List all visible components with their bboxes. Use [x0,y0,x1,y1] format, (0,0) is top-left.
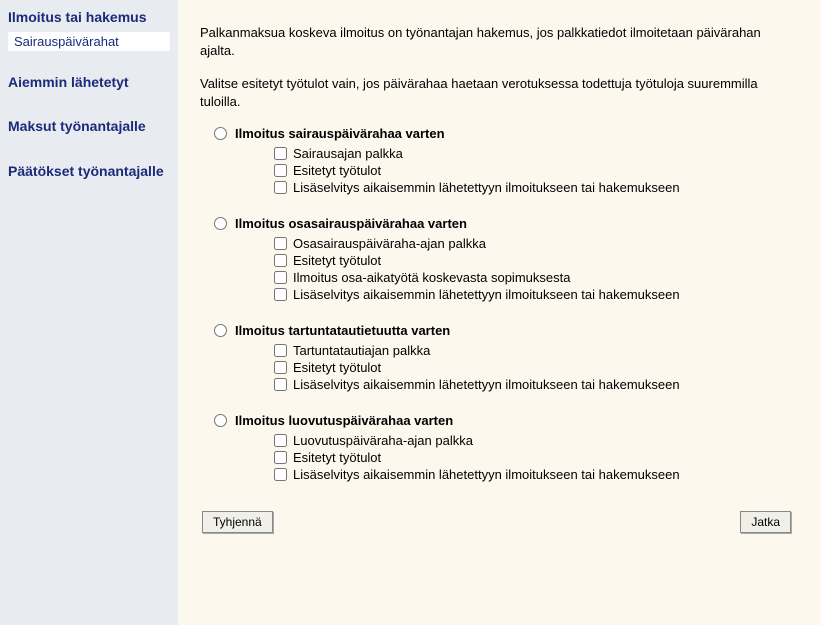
checkbox-luovutus-palkka[interactable] [274,434,287,447]
radio-tartuntatauti[interactable] [214,324,227,337]
option-label: Esitetyt työtulot [293,360,381,375]
checkbox-esitetyt-tyotulot-2[interactable] [274,254,287,267]
group-osasairauspaivaraha: Ilmoitus osasairauspäivärahaa varten Osa… [200,216,793,303]
group-tartuntatauti: Ilmoitus tartuntatautietuutta varten Tar… [200,323,793,393]
option-label: Lisäselvitys aikaisemmin lähetettyyn ilm… [293,287,680,302]
option-label: Tartuntatautiajan palkka [293,343,430,358]
group-title-tartuntatauti: Ilmoitus tartuntatautietuutta varten [235,323,450,338]
option-label: Ilmoitus osa-aikatyötä koskevasta sopimu… [293,270,570,285]
option-label: Lisäselvitys aikaisemmin lähetettyyn ilm… [293,180,680,195]
option-label: Esitetyt työtulot [293,253,381,268]
group-luovutuspaivaraha: Ilmoitus luovutuspäivärahaa varten Luovu… [200,413,793,483]
group-title-osasairauspaivaraha: Ilmoitus osasairauspäivärahaa varten [235,216,467,231]
option-label: Lisäselvitys aikaisemmin lähetettyyn ilm… [293,467,680,482]
checkbox-esitetyt-tyotulot-3[interactable] [274,361,287,374]
continue-button[interactable]: Jatka [740,511,791,533]
clear-button[interactable]: Tyhjennä [202,511,273,533]
checkbox-lisaselvitys-3[interactable] [274,378,287,391]
nav-maksut-tyonantajalle[interactable]: Maksut työnantajalle [8,113,170,139]
checkbox-esitetyt-tyotulot-1[interactable] [274,164,287,177]
radio-luovutuspaivaraha[interactable] [214,414,227,427]
checkbox-lisaselvitys-1[interactable] [274,181,287,194]
nav-ilmoitus-tai-hakemus[interactable]: Ilmoitus tai hakemus [8,4,170,30]
radio-osasairauspaivaraha[interactable] [214,217,227,230]
checkbox-lisaselvitys-4[interactable] [274,468,287,481]
nav-sub-sairauspaivarahat[interactable]: Sairauspäivärahat [8,32,170,51]
option-label: Luovutuspäiväraha-ajan palkka [293,433,473,448]
group-sairauspaivaraha: Ilmoitus sairauspäivärahaa varten Sairau… [200,126,793,196]
intro-paragraph-1: Palkanmaksua koskeva ilmoitus on työnant… [200,24,793,59]
checkbox-osa-aikatyo-sopimus[interactable] [274,271,287,284]
sidebar: Ilmoitus tai hakemus Sairauspäivärahat A… [0,0,178,625]
checkbox-esitetyt-tyotulot-4[interactable] [274,451,287,464]
button-bar: Tyhjennä Jatka [200,511,793,533]
option-label: Esitetyt työtulot [293,450,381,465]
checkbox-tartuntatauti-palkka[interactable] [274,344,287,357]
main-content: Palkanmaksua koskeva ilmoitus on työnant… [178,0,821,625]
radio-sairauspaivaraha[interactable] [214,127,227,140]
nav-paatokset-tyonantajalle[interactable]: Päätökset työnantajalle [8,158,170,184]
nav-aiemmin-lahetetyt[interactable]: Aiemmin lähetetyt [8,69,170,95]
option-label: Lisäselvitys aikaisemmin lähetettyyn ilm… [293,377,680,392]
group-title-sairauspaivaraha: Ilmoitus sairauspäivärahaa varten [235,126,445,141]
checkbox-sairausajan-palkka[interactable] [274,147,287,160]
checkbox-osasairaus-palkka[interactable] [274,237,287,250]
option-label: Esitetyt työtulot [293,163,381,178]
group-title-luovutuspaivaraha: Ilmoitus luovutuspäivärahaa varten [235,413,453,428]
option-label: Sairausajan palkka [293,146,403,161]
intro-text: Palkanmaksua koskeva ilmoitus on työnant… [200,24,793,110]
checkbox-lisaselvitys-2[interactable] [274,288,287,301]
intro-paragraph-2: Valitse esitetyt työtulot vain, jos päiv… [200,75,793,110]
option-label: Osasairauspäiväraha-ajan palkka [293,236,486,251]
